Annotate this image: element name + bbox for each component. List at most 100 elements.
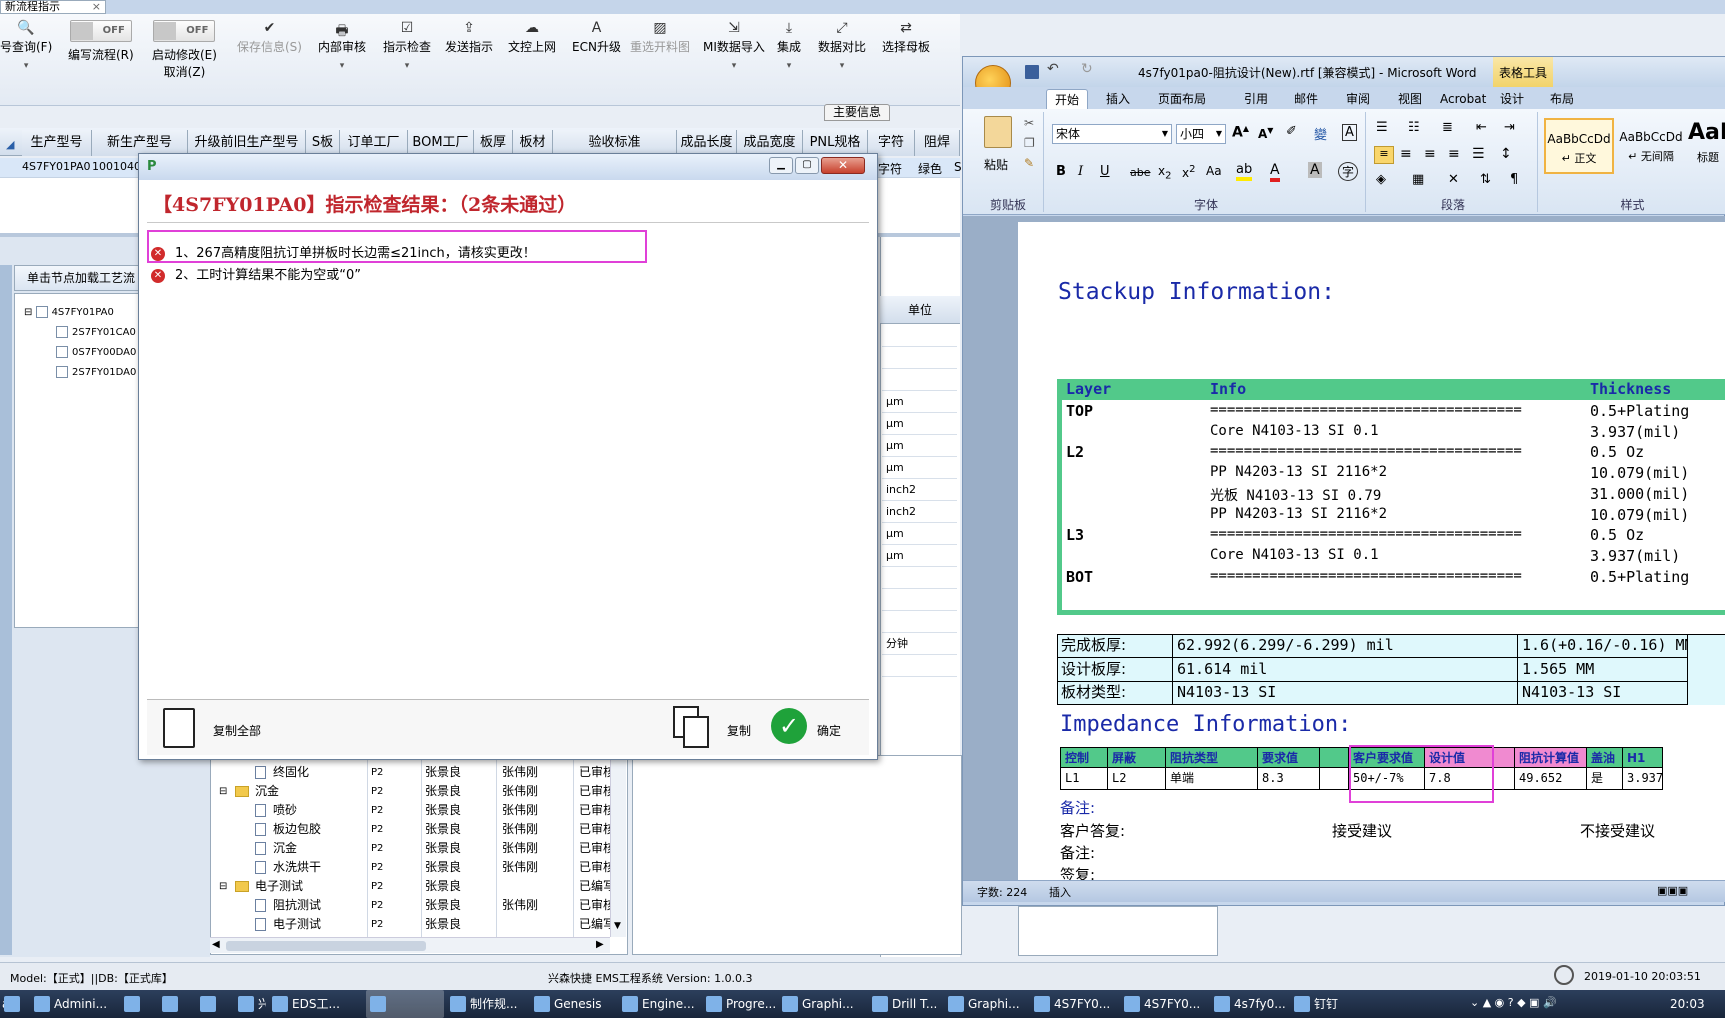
chevron-down-icon[interactable]: ▾ [777, 61, 801, 71]
bullets-icon[interactable]: ☰ [1376, 120, 1388, 135]
sort-icon[interactable]: ⇅ [1480, 172, 1491, 187]
toolbar-button-10[interactable]: ⇲ MI数据导入 ▾ [703, 20, 765, 71]
taskbar-item[interactable]: ail [0, 990, 28, 1018]
word-tab[interactable]: 审阅 [1338, 89, 1378, 109]
toolbar-button-1[interactable]: OFF 编写流程(R) [68, 20, 134, 63]
align-right-icon[interactable]: ≡ [1424, 146, 1436, 162]
toggle-switch[interactable]: OFF [69, 20, 132, 42]
phonetic-icon[interactable]: 變 [1314, 124, 1327, 143]
increase-indent-icon[interactable]: ⇥ [1504, 120, 1515, 135]
distribute-icon[interactable]: ☰ [1472, 146, 1485, 162]
main-info-tab[interactable]: 主要信息 [824, 104, 890, 121]
show-marks-icon[interactable]: ¶ [1510, 172, 1518, 187]
chinese-layout-icon[interactable]: ✕ [1448, 172, 1459, 187]
toolbar-button-2[interactable]: OFF 启动修改(E) 取消(Z) [152, 20, 217, 80]
scroll-right-arrow[interactable]: ▶ [596, 939, 604, 950]
collapse-icon[interactable]: ⊟ [219, 782, 227, 801]
toolbar-button-4[interactable]: 🖶 内部审核 ▾ [318, 20, 366, 71]
checkbox-icon[interactable] [56, 345, 68, 358]
taskbar-item[interactable] [196, 990, 232, 1018]
toolbar-button-9[interactable]: ▨ 重选开料图 [630, 20, 690, 55]
dialog-titlebar[interactable]: P ▁ ▢ ✕ [139, 154, 877, 180]
strikethrough-icon[interactable]: abe [1130, 166, 1151, 179]
superscript-icon[interactable]: x2 [1182, 164, 1195, 180]
word-count[interactable]: 字数: 224 [977, 884, 1027, 900]
minimize-button[interactable]: ▁ [769, 157, 793, 174]
process-row[interactable]: 水洗烘干 P2 张景良 张伟刚 已审核 [213, 858, 623, 877]
chevron-down-icon[interactable]: ▾ [0, 61, 52, 71]
checkbox-icon[interactable] [56, 325, 68, 338]
enclose-char-icon[interactable]: 字 [1338, 162, 1359, 181]
collapse-icon[interactable]: ⊟ [24, 307, 36, 318]
toolbar-button-12[interactable]: ⤢ 数据对比 ▾ [818, 20, 866, 71]
process-row[interactable]: 电子测试 P2 张景良 已编写 [213, 915, 623, 934]
change-case-icon[interactable]: Aa [1206, 164, 1222, 178]
toolbar-button-8[interactable]: A ECN升级 [572, 20, 621, 55]
tree-node[interactable]: 2S7FY01DA0 [56, 362, 136, 381]
align-center-icon[interactable]: ≡ [1400, 146, 1412, 162]
align-left-icon[interactable]: ≡ [1374, 146, 1394, 164]
format-painter-icon[interactable]: ✎ [1024, 156, 1034, 170]
taskbar-item[interactable]: 兴森快... [234, 990, 266, 1018]
taskbar-item[interactable] [158, 990, 194, 1018]
undo-icon[interactable]: ↶ [1047, 61, 1059, 77]
copy-button[interactable]: 复制 [667, 706, 757, 748]
font-name-select[interactable]: 宋体 ▼ [1052, 124, 1172, 144]
collapse-icon[interactable]: ⊟ [219, 877, 227, 896]
check-result-item[interactable]: ✕ 2、工时计算结果不能为空或“0” [151, 264, 361, 283]
word-titlebar[interactable]: ↶ ↻ 4s7fy01pa0-阻抗设计(New).rtf [兼容模式] - Mi… [963, 57, 1725, 101]
toolbar-sublabel[interactable]: 取消(Z) [152, 63, 217, 80]
taskbar-item[interactable]: 钉钉 [1290, 990, 1366, 1018]
toolbar-button-0[interactable]: 🔍 号查询(F) ▾ [0, 20, 52, 71]
grow-font-icon[interactable]: A▲ [1232, 124, 1249, 141]
taskbar-item[interactable]: Progre... [702, 990, 776, 1018]
taskbar-item[interactable]: 4S7FY0... [1030, 990, 1118, 1018]
cut-icon[interactable]: ✂ [1024, 116, 1034, 130]
process-row[interactable]: 阻抗测试 P2 张景良 张伟刚 已审核 [213, 896, 623, 915]
taskbar-item[interactable]: Admini... [30, 990, 118, 1018]
taskbar-item[interactable]: 4s7fy0... [1210, 990, 1288, 1018]
taskbar-item[interactable]: Genesis [530, 990, 616, 1018]
process-row[interactable]: ⊟ 沉金 P2 张景良 张伟刚 已审核 [213, 782, 623, 801]
ok-button[interactable]: ✓ 确定 [767, 706, 857, 748]
shading-icon[interactable]: ◈ [1376, 172, 1386, 187]
taskbar-clock[interactable]: 20:03 [1670, 997, 1705, 1011]
toolbar-button-11[interactable]: ⤓ 集成 ▾ [777, 20, 801, 71]
borders-icon[interactable]: ▦ [1412, 172, 1424, 187]
save-icon[interactable] [1025, 65, 1039, 79]
taskbar-item[interactable]: Graphi... [944, 990, 1028, 1018]
process-row[interactable]: 沉金 P2 张景良 张伟刚 已审核 [213, 839, 623, 858]
word-tab[interactable]: 开始 [1046, 89, 1089, 109]
italic-icon[interactable]: I [1078, 164, 1083, 179]
chevron-down-icon[interactable]: ▾ [318, 61, 366, 71]
highlight-icon[interactable]: ab [1236, 162, 1253, 181]
word-tab[interactable]: 插入 [1098, 89, 1138, 109]
chevron-down-icon[interactable]: ▾ [703, 61, 765, 71]
underline-icon[interactable]: U [1100, 164, 1110, 179]
word-tab[interactable]: 设计 [1492, 89, 1532, 109]
chevron-down-icon[interactable]: ▾ [818, 61, 866, 71]
line-spacing-icon[interactable]: ↕ [1500, 146, 1512, 162]
taskbar-item[interactable]: 制作规... [446, 990, 528, 1018]
word-tab[interactable]: Acrobat [1432, 89, 1494, 109]
view-buttons[interactable]: ▣▣▣ [1657, 884, 1688, 897]
process-list-vscrollbar[interactable]: ▼ [610, 755, 626, 937]
tree-node[interactable]: 0S7FY00DA0 [56, 342, 136, 361]
copy-small-icon[interactable]: ❐ [1024, 136, 1035, 150]
font-color-icon[interactable]: A [1270, 162, 1280, 182]
font-size-select[interactable]: 小四 ▼ [1176, 124, 1226, 144]
checkbox-icon[interactable] [56, 365, 68, 378]
taskbar-item[interactable]: EDS工... [268, 990, 364, 1018]
grid-header-cell[interactable]: 阻焊 [915, 130, 960, 156]
insert-mode[interactable]: 插入 [1049, 884, 1071, 900]
process-list-hscrollbar[interactable]: ◀ ▶ [210, 937, 610, 953]
char-border-icon[interactable]: A [1342, 124, 1357, 141]
paste-icon[interactable] [984, 116, 1012, 148]
close-icon[interactable]: × [92, 1, 101, 13]
style-gallery-item[interactable]: AaBbCcDd ↵ 无间隔 [1616, 118, 1686, 174]
word-tab[interactable]: 布局 [1542, 89, 1582, 109]
process-row[interactable]: 喷砂 P2 张景良 张伟刚 已审核 [213, 801, 623, 820]
justify-icon[interactable]: ≡ [1448, 146, 1460, 162]
checkbox-icon[interactable] [35, 305, 48, 318]
scroll-left-arrow[interactable]: ◀ [212, 939, 220, 950]
